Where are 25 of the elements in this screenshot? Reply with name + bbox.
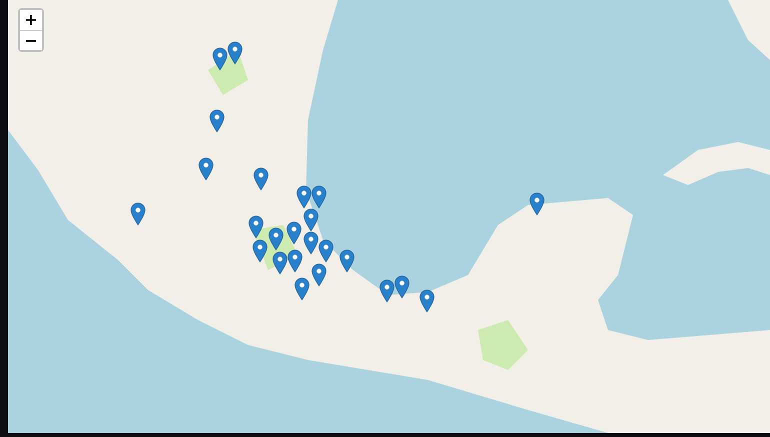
map-marker-icon[interactable] — [199, 158, 213, 180]
map-marker-icon[interactable] — [395, 276, 409, 298]
map-marker-icon[interactable] — [304, 209, 318, 231]
map-marker-icon[interactable] — [269, 228, 283, 250]
map-marker-icon[interactable] — [380, 280, 394, 302]
map-marker-icon[interactable] — [420, 290, 434, 312]
map-marker-icon[interactable] — [297, 186, 311, 208]
map-marker-icon[interactable] — [213, 48, 227, 70]
map-marker-icon[interactable] — [249, 216, 263, 238]
map-marker-icon[interactable] — [312, 264, 326, 286]
map-marker-icon[interactable] — [312, 186, 326, 208]
map-marker-icon[interactable] — [304, 232, 318, 254]
map-marker-icon[interactable] — [288, 250, 302, 272]
map-marker-icon[interactable] — [287, 222, 301, 244]
map-marker-icon[interactable] — [273, 252, 287, 274]
map-marker-icon[interactable] — [319, 240, 333, 262]
zoom-out-button[interactable]: − — [20, 30, 42, 50]
map-marker-icon[interactable] — [530, 193, 544, 215]
map-marker-icon[interactable] — [210, 110, 224, 132]
map-marker-icon[interactable] — [228, 42, 242, 64]
map-marker-icon[interactable] — [253, 240, 267, 262]
map-marker-icon[interactable] — [295, 278, 309, 300]
map-marker-icon[interactable] — [131, 203, 145, 225]
map-marker-icon[interactable] — [340, 250, 354, 272]
map-marker-icon[interactable] — [254, 168, 268, 190]
